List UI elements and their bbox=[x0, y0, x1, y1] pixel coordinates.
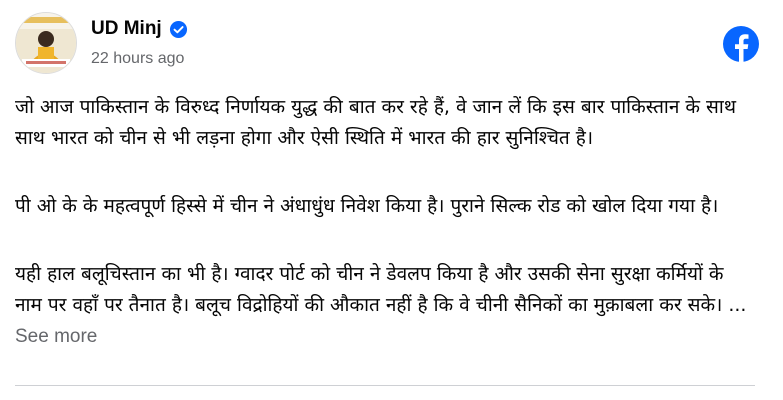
see-more-link[interactable]: See more bbox=[15, 326, 97, 347]
post-paragraph-3: यही हाल बलूचिस्तान का भी है। ग्वादर पोर्… bbox=[15, 259, 755, 352]
verified-badge-icon bbox=[169, 20, 188, 39]
facebook-logo-icon bbox=[723, 26, 759, 62]
author-name-text[interactable]: UD Minj bbox=[91, 18, 162, 40]
facebook-post: UD Minj 22 hours ago जो आज पाकिस्तान के … bbox=[0, 0, 783, 400]
author-avatar[interactable] bbox=[15, 12, 77, 74]
post-paragraph-3-text: यही हाल बलूचिस्तान का भी है। ग्वादर पोर्… bbox=[15, 263, 724, 316]
post-timestamp[interactable]: 22 hours ago bbox=[91, 50, 184, 68]
post-paragraph-2: पी ओ के के महत्वपूर्ण हिस्से में चीन ने … bbox=[15, 195, 719, 217]
post-header: UD Minj 22 hours ago bbox=[15, 12, 759, 74]
post-body: जो आज पाकिस्तान के विरुध्द निर्णायक युद्… bbox=[15, 92, 755, 358]
truncation-ellipsis: ... bbox=[728, 294, 747, 316]
post-paragraph-1: जो आज पाकिस्तान के विरुध्द निर्णायक युद्… bbox=[15, 96, 736, 149]
avatar-image bbox=[16, 13, 76, 73]
post-divider bbox=[15, 385, 755, 386]
author-name[interactable]: UD Minj bbox=[91, 18, 188, 40]
